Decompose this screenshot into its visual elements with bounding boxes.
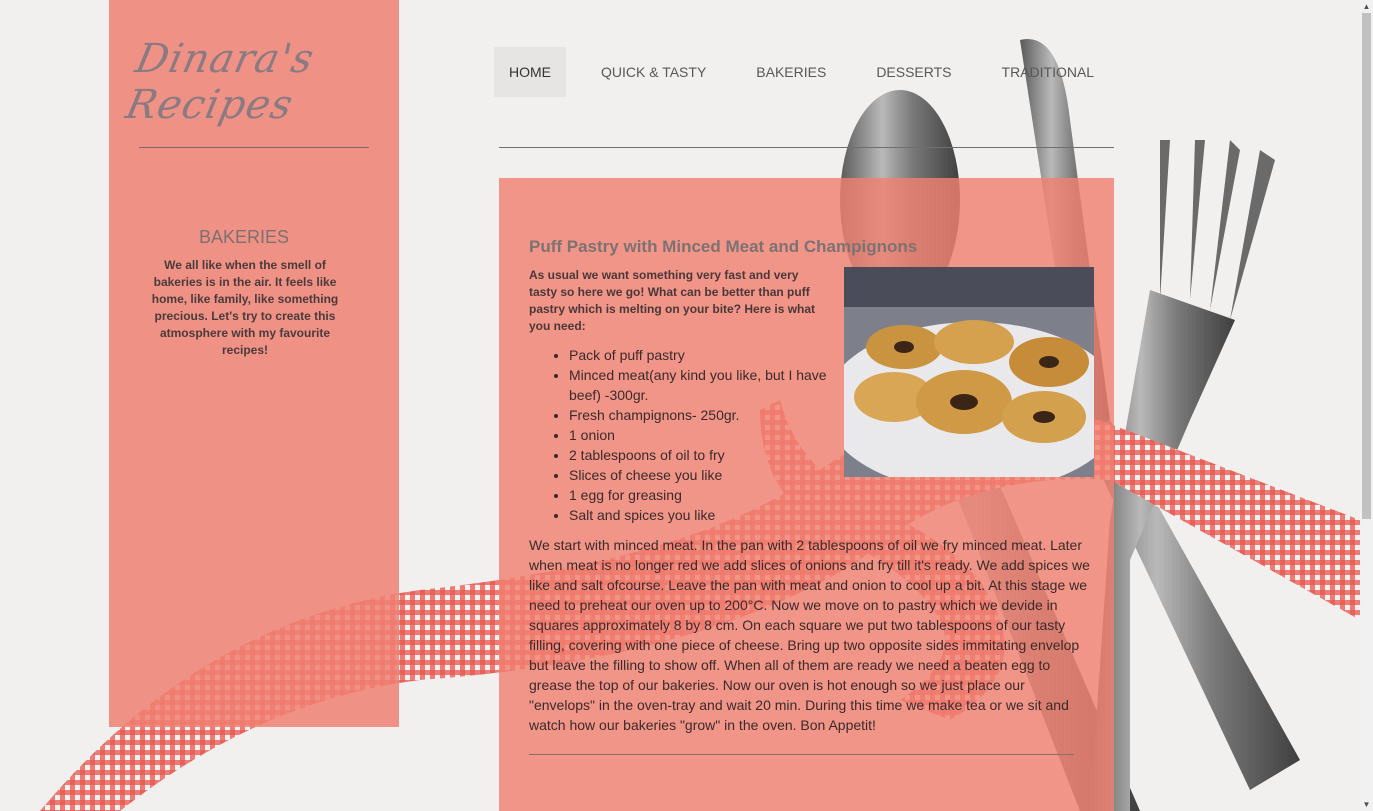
nav-item-home[interactable]: HOME [494,47,566,97]
nav-item-desserts[interactable]: DESSERTS [861,47,966,97]
article-intro: As usual we want something very fast and… [529,268,816,333]
nav-item-traditional[interactable]: TRADITIONAL [987,47,1110,97]
nav-item-quick-tasty[interactable]: QUICK & TASTY [586,47,721,97]
list-item: 2 tablespoons of oil to fry [569,445,859,465]
sidebar-description: We all like when the smell of bakeries i… [151,258,339,357]
page-scrollbar[interactable]: ▲ ▼ [1360,0,1373,811]
list-item: 1 egg for greasing [569,485,859,505]
arrow-up-icon[interactable]: ▲ [1360,0,1373,13]
nav-divider [499,147,1114,148]
scrollbar-thumb[interactable] [1362,13,1371,519]
site-logo[interactable]: Dinara's Recipes [122,36,382,128]
article-title: Puff Pastry with Minced Meat and Champig… [529,237,918,256]
main-navigation: HOME QUICK & TASTY BAKERIES DESSERTS TRA… [494,47,1129,97]
ingredient-list: Pack of puff pastry Minced meat(any kind… [529,345,859,525]
list-item: Minced meat(any kind you like, but I hav… [569,365,859,405]
sidebar-divider [139,147,369,148]
list-item: Salt and spices you like [569,505,859,525]
arrow-down-icon[interactable]: ▼ [1360,798,1373,811]
nav-item-bakeries[interactable]: BAKERIES [741,47,841,97]
list-item: Slices of cheese you like [569,465,859,485]
list-item: 1 onion [569,425,859,445]
list-item: Pack of puff pastry [569,345,859,365]
article-body: We start with minced meat. In the pan wi… [529,537,1090,733]
sidebar: Dinara's Recipes BAKERIES We all like wh… [109,0,399,727]
sidebar-heading: BAKERIES [198,227,290,247]
article-panel: Puff Pastry with Minced Meat and Champig… [499,178,1114,811]
pastry-photo [844,267,1094,477]
article-divider [529,754,1074,755]
list-item: Fresh champignons- 250gr. [569,405,859,425]
